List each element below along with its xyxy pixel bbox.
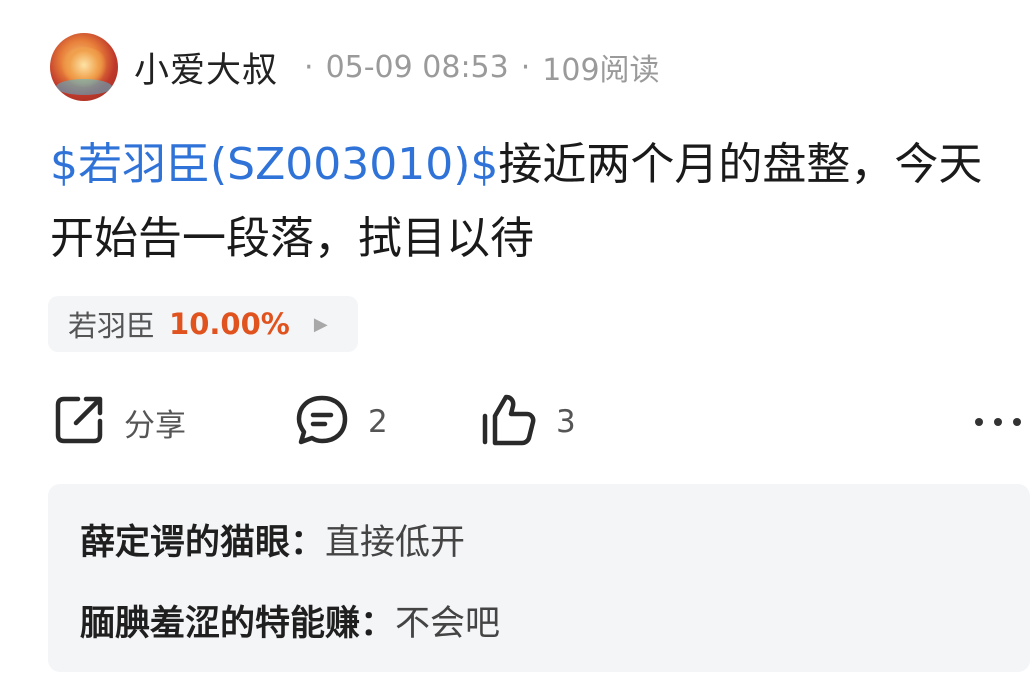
comment-button[interactable]: 2 [294,392,388,452]
post-time: 05-09 08:53 [325,49,509,85]
thumbs-up-icon [480,392,538,452]
stock-chip[interactable]: 若羽臣 10.00% ▶ [48,296,358,352]
comment-text: 不会吧 [395,604,501,644]
comment-item: 薛定谔的猫眼： 直接低开 [80,514,465,565]
like-button[interactable]: 3 [480,392,576,452]
action-bar: 分享 2 3 [52,392,1027,452]
comment-text: 直接低开 [325,523,466,563]
comment-count: 2 [368,404,388,440]
share-button[interactable]: 分享 [52,392,186,452]
stock-cashtag-link[interactable]: $若羽臣(SZ003010)$ [50,139,498,190]
chevron-right-icon: ▶ [313,313,328,335]
post-header: 小爱大叔 · 05-09 08:53 · 109阅读 [50,33,660,101]
stock-chip-change: 10.00% [169,307,290,341]
like-count: 3 [556,404,576,440]
stock-chip-name: 若羽臣 [68,309,156,343]
author-name[interactable]: 小爱大叔 [134,42,278,93]
post-meta: · 05-09 08:53 · 109阅读 [292,45,660,89]
comment-icon [294,392,350,452]
comment-preview[interactable]: 薛定谔的猫眼： 直接低开 腼腆羞涩的特能赚： 不会吧 [48,484,1030,672]
post-views: 109阅读 [542,53,660,88]
commenter-name[interactable]: 腼腆羞涩的特能赚： [80,595,395,646]
comment-item: 腼腆羞涩的特能赚： 不会吧 [80,595,500,646]
meta-separator: · [304,49,314,85]
meta-separator: · [520,49,531,85]
commenter-name[interactable]: 薛定谔的猫眼： [80,514,325,565]
more-options-icon[interactable] [975,404,1021,440]
author-avatar[interactable] [50,33,118,101]
post-content: $若羽臣(SZ003010)$接近两个月的盘整，今天开始告一段落，拭目以待 [50,128,990,276]
share-icon [52,393,106,451]
share-label: 分享 [124,407,186,444]
